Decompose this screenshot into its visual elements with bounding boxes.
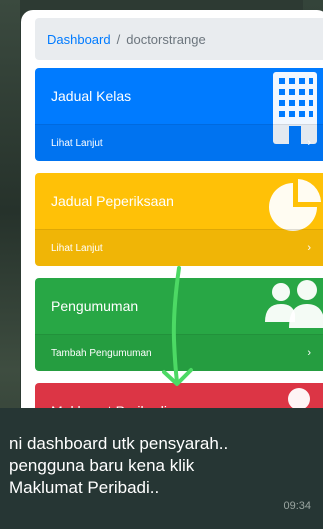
message-text: ni dashboard utk pensyarah.. pengguna ba… <box>9 433 314 499</box>
annotation-arrow <box>162 266 193 386</box>
message-timestamp: 09:34 <box>283 500 311 512</box>
screenshot-panel: Dashboard / doctorstrange Jadual Kelas L… <box>21 10 323 440</box>
message-line-1: ni dashboard utk pensyarah.. <box>9 434 229 453</box>
message-line-3: Maklumat Peribadi.. <box>9 478 160 497</box>
message-line-2: pengguna baru kena klik <box>9 456 195 475</box>
